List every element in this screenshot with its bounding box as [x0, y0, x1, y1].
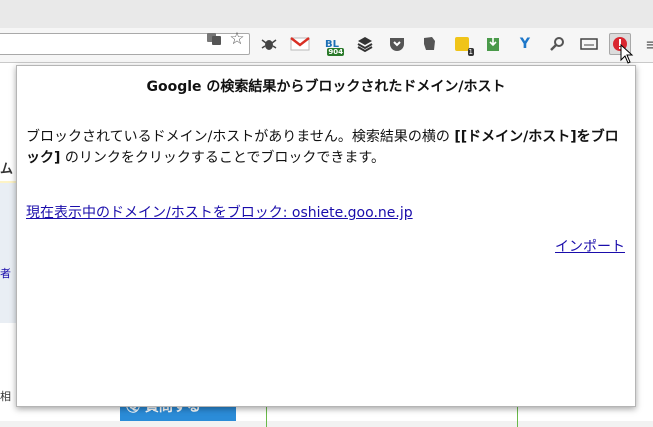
notes-badge: 1	[467, 48, 474, 56]
message-text-before: ブロックされているドメイン/ホストがありません。検索結果の横の	[26, 129, 455, 145]
bl-counter-icon[interactable]: BL 904	[321, 33, 344, 56]
layers-icon[interactable]	[354, 33, 376, 55]
block-current-domain-link[interactable]: 現在表示中のドメイン/ホストをブロック: oshiete.goo.ne.jp	[26, 202, 413, 222]
bug-icon[interactable]	[258, 33, 280, 55]
screen-icon[interactable]	[578, 33, 600, 55]
bl-badge: 904	[327, 48, 344, 56]
evernote-icon[interactable]	[418, 33, 440, 55]
page-fragment-1: ム	[0, 162, 14, 177]
star-icon[interactable]: ☆	[228, 30, 246, 48]
message-text-after: のリンクをクリックすることでブロックできます。	[60, 150, 386, 166]
browser-toolbar: ☆ BL 904 1 Y ≡	[0, 28, 653, 63]
translate-icon[interactable]	[205, 30, 223, 48]
clip-icon[interactable]	[482, 33, 504, 55]
page-side-panel	[0, 183, 16, 323]
menu-icon[interactable]: ≡	[641, 33, 653, 55]
notes-icon[interactable]: 1	[451, 33, 474, 56]
tab-strip	[0, 0, 653, 28]
wrench-icon[interactable]	[546, 33, 568, 55]
import-link[interactable]: インポート	[555, 236, 625, 256]
gmail-icon[interactable]	[289, 33, 311, 55]
y-icon[interactable]: Y	[514, 33, 536, 55]
page-fragment-3: 者	[0, 267, 11, 280]
page-fragment-4: 相	[0, 390, 11, 403]
block-list-popup: Google の検索結果からブロックされたドメイン/ホスト ブロックされているド…	[16, 65, 636, 407]
popup-title: Google の検索結果からブロックされたドメイン/ホスト	[146, 79, 506, 95]
popup-message: ブロックされているドメイン/ホストがありません。検索結果の横の [[ドメイン/ホ…	[26, 127, 622, 169]
pocket-icon[interactable]	[386, 33, 408, 55]
mouse-cursor-icon	[620, 44, 634, 64]
